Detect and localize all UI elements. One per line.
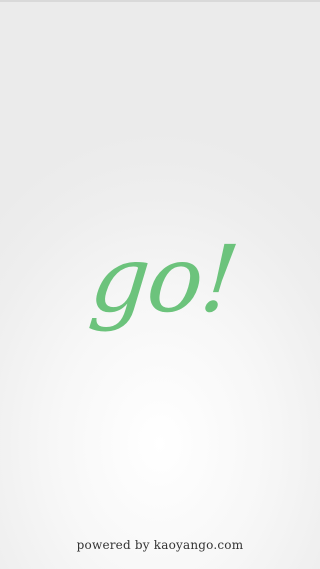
- splash-logo-container: go!: [0, 205, 320, 355]
- status-bar-strip: [0, 0, 320, 2]
- app-logo: go!: [85, 226, 243, 333]
- powered-by-text: powered by kaoyango.com: [76, 538, 244, 552]
